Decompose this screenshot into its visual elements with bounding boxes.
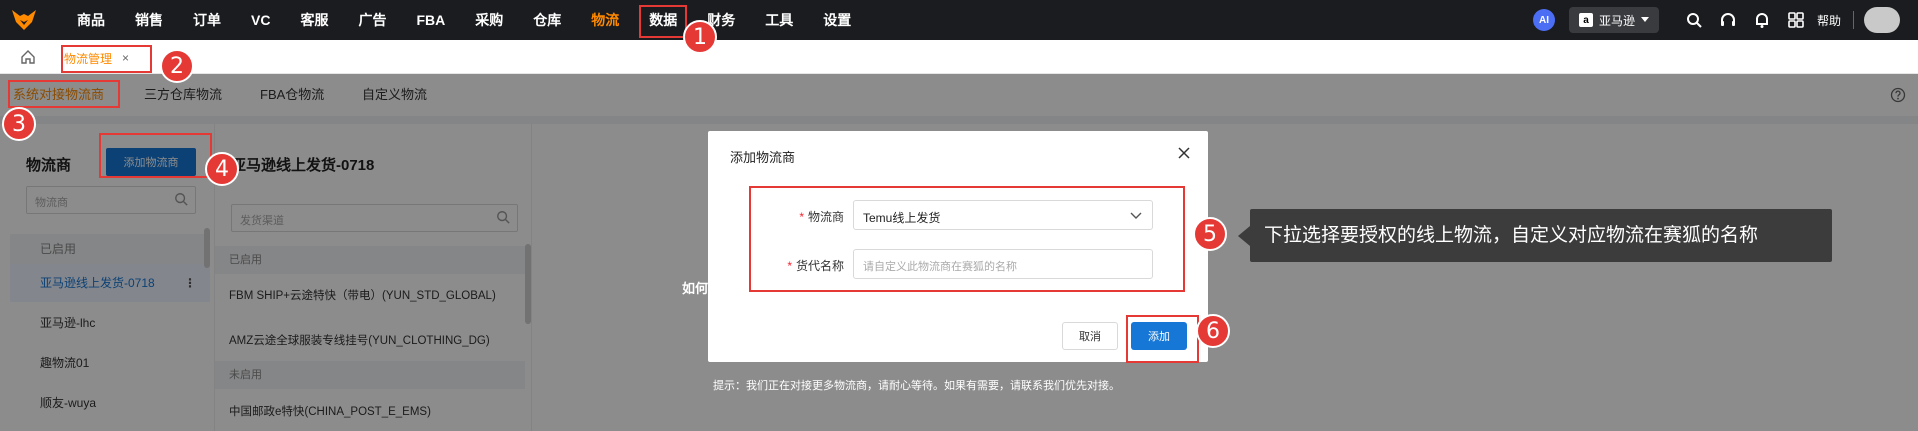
annotation-number-1: 1 <box>683 20 717 54</box>
bell-icon[interactable] <box>1745 0 1779 40</box>
divider <box>1853 11 1854 29</box>
fox-logo-icon[interactable] <box>0 0 48 40</box>
apps-grid-icon[interactable] <box>1779 0 1813 40</box>
nav-item-7[interactable]: 采购 <box>460 0 518 40</box>
nav-item-13[interactable]: 设置 <box>808 0 866 40</box>
nav-item-3[interactable]: VC <box>236 0 285 40</box>
annotation-number-5: 5 <box>1193 217 1227 251</box>
annotation-box-6 <box>1126 315 1199 363</box>
top-nav: 商品 销售 订单 VC 客服 广告 FBA 采购 仓库 物流 数据 财务 工具 设置 AI a 亚马逊 帮… <box>0 0 1918 40</box>
nav-item-12[interactable]: 工具 <box>750 0 808 40</box>
annotation-number-6: 6 <box>1196 314 1230 348</box>
store-select[interactable]: a 亚马逊 <box>1568 7 1659 33</box>
nav-item-1[interactable]: 销售 <box>120 0 178 40</box>
home-icon[interactable] <box>20 49 36 68</box>
main-menu: 商品 销售 订单 VC 客服 广告 FBA 采购 仓库 物流 数据 财务 工具 设置 <box>62 0 866 40</box>
callout-arrow <box>1238 226 1250 246</box>
help-link[interactable]: 帮助 <box>1817 12 1841 29</box>
annotation-box-4 <box>99 133 212 178</box>
annotation-box-3 <box>8 80 120 108</box>
search-icon[interactable] <box>1677 0 1711 40</box>
headset-icon[interactable] <box>1711 0 1745 40</box>
modal-title: 添加物流商 <box>730 150 796 165</box>
page-tab-strip: 物流管理 × <box>0 40 1918 74</box>
instruction-callout: 下拉选择要授权的线上物流，自定义对应物流在赛狐的名称 <box>1250 209 1832 262</box>
amazon-logo-icon: a <box>1578 13 1593 27</box>
nav-item-6[interactable]: FBA <box>401 0 460 40</box>
caret-down-icon <box>1640 17 1649 22</box>
ai-assistant-icon[interactable]: AI <box>1532 9 1555 31</box>
avatar[interactable] <box>1864 7 1900 33</box>
partial-heading: 如何 <box>682 281 709 296</box>
annotation-box-5 <box>749 186 1185 292</box>
store-name: 亚马逊 <box>1598 13 1635 28</box>
annotation-box-1 <box>639 5 687 38</box>
annotation-number-2: 2 <box>160 49 194 83</box>
nav-item-5[interactable]: 广告 <box>343 0 401 40</box>
nav-item-9[interactable]: 物流 <box>576 0 634 40</box>
annotation-number-4: 4 <box>205 152 239 186</box>
cancel-button[interactable]: 取消 <box>1062 322 1118 350</box>
carrier-hint: 提示：我们正在对接更多物流商，请耐心等待。如果有需要，请联系我们优先对接。 <box>713 380 1120 392</box>
close-icon[interactable] <box>1178 147 1190 162</box>
annotation-number-3: 3 <box>2 107 36 141</box>
annotation-box-2 <box>61 45 152 73</box>
nav-item-0[interactable]: 商品 <box>62 0 120 40</box>
nav-item-2[interactable]: 订单 <box>178 0 236 40</box>
nav-item-8[interactable]: 仓库 <box>518 0 576 40</box>
nav-item-4[interactable]: 客服 <box>285 0 343 40</box>
